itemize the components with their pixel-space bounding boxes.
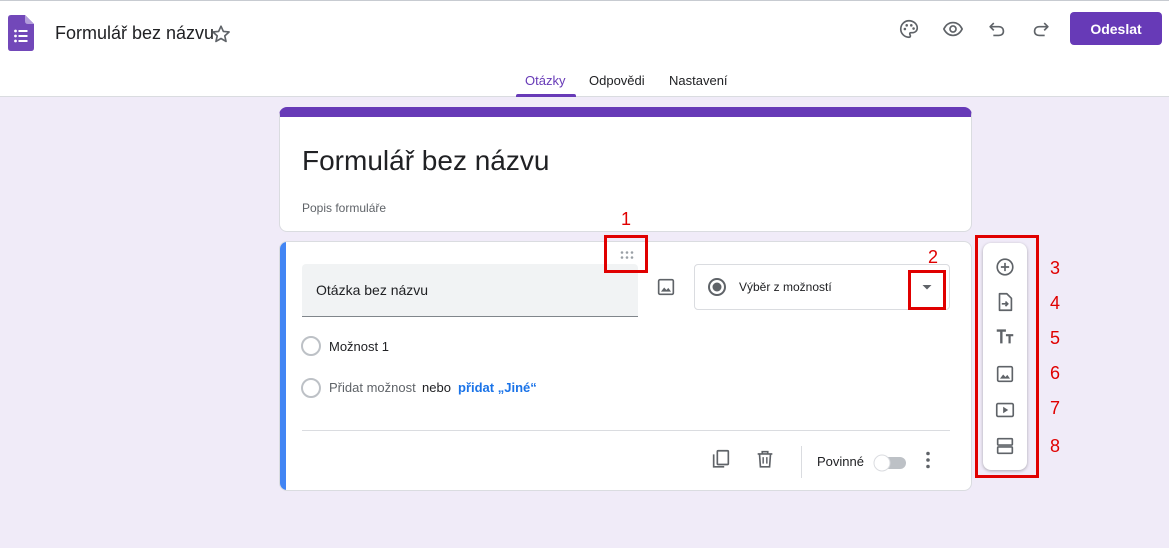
duplicate-icon[interactable] (710, 448, 732, 470)
undo-icon[interactable] (986, 18, 1008, 40)
annotation-label: 4 (1050, 293, 1061, 313)
send-button[interactable]: Odeslat (1070, 12, 1162, 45)
annotation-box-type-dropdown (908, 270, 946, 310)
annotation-label: 1 (621, 209, 632, 229)
option-radio (301, 336, 321, 356)
form-title[interactable]: Formulář bez názvu (302, 145, 549, 177)
annotation-label: 6 (1050, 363, 1061, 383)
active-tab-indicator (516, 94, 576, 97)
star-icon[interactable] (210, 23, 232, 45)
add-image-icon[interactable] (655, 276, 677, 298)
question-type-label: Výběr z možností (739, 280, 832, 294)
annotation-label: 5 (1050, 328, 1061, 348)
redo-icon[interactable] (1030, 18, 1052, 40)
top-bar: Formulář bez názvu Odeslat Otázky Odpově… (0, 0, 1169, 97)
tab-settings[interactable]: Nastavení (669, 73, 728, 88)
tab-questions[interactable]: Otázky (525, 73, 565, 88)
document-title[interactable]: Formulář bez názvu (55, 23, 214, 44)
option-label[interactable]: Možnost 1 (329, 339, 389, 354)
active-question-indicator (280, 242, 286, 490)
footer-vertical-divider (801, 446, 802, 478)
add-option-radio (301, 378, 321, 398)
annotation-box-drag-handle (604, 235, 648, 273)
add-option-link[interactable]: Přidat možnost (329, 380, 416, 395)
question-card[interactable]: Otázka bez názvu Výběr z možností Možnos… (279, 241, 972, 491)
annotation-label: 3 (1050, 258, 1061, 278)
annotation-label: 7 (1050, 398, 1061, 418)
radio-button-icon (708, 278, 726, 296)
question-title-input[interactable]: Otázka bez názvu (302, 264, 638, 317)
annotation-label: 8 (1050, 436, 1061, 456)
more-options-icon[interactable] (918, 449, 938, 471)
palette-icon[interactable] (898, 18, 920, 40)
question-title-text: Otázka bez názvu (316, 282, 429, 298)
tab-responses[interactable]: Odpovědi (589, 73, 645, 88)
add-other-link[interactable]: přidat „Jiné“ (458, 380, 537, 395)
forms-logo-icon[interactable] (8, 15, 34, 51)
annotation-label: 2 (928, 247, 939, 267)
preview-eye-icon[interactable] (942, 18, 964, 40)
or-text: nebo (422, 380, 451, 395)
required-label: Povinné (817, 454, 864, 469)
form-description-field[interactable]: Popis formuláře (302, 201, 386, 215)
annotation-box-side-toolbar (975, 235, 1039, 478)
delete-icon[interactable] (754, 448, 776, 470)
question-footer-divider (302, 430, 950, 431)
required-toggle[interactable] (872, 453, 908, 473)
